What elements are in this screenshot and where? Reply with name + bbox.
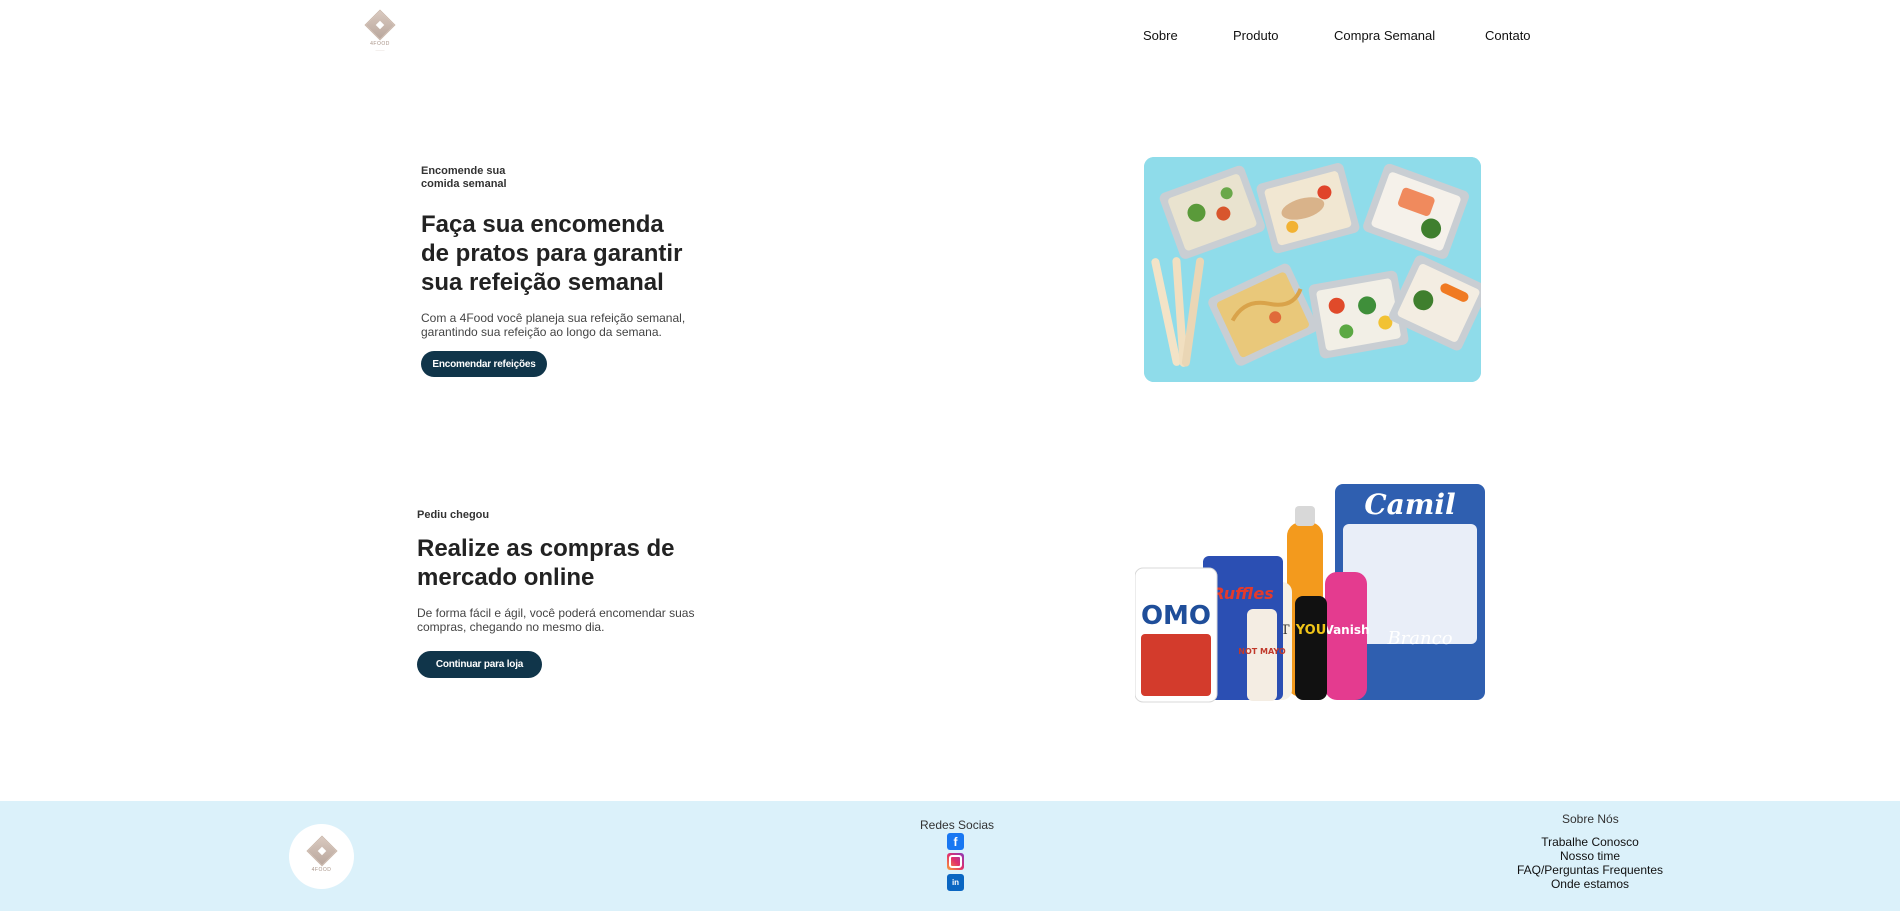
footer-logo[interactable]: 4FOOD	[289, 824, 354, 889]
you-bottle: YOU	[1295, 596, 1327, 700]
hero-headline-line-2: de pratos para garantir	[421, 240, 683, 267]
nav-contato[interactable]: Contato	[1485, 28, 1531, 43]
meal-prep-illustration	[1144, 157, 1481, 382]
omo-pouch: OMO	[1134, 567, 1218, 703]
footer-link-onde-estamos[interactable]: Onde estamos	[1500, 877, 1680, 891]
grocery-products-photo: Camil Branco Vanish MIT YOU Ruffles	[1134, 484, 1485, 704]
footer-link-faq[interactable]: FAQ/Perguntas Frequentes	[1500, 863, 1680, 877]
footer-logo-mark: 4FOOD	[305, 835, 338, 873]
continue-to-store-button[interactable]: Continuar para loja	[417, 651, 542, 678]
vanish-bottle: Vanish	[1324, 572, 1370, 700]
order-meals-button[interactable]: Encomendar refeições	[421, 351, 547, 377]
footer-logo-diamond-icon	[305, 835, 338, 867]
hero-headline-line-1: Faça sua encomenda	[421, 211, 664, 238]
market-eyebrow: Pediu chegou	[417, 509, 490, 521]
nav-sobre[interactable]: Sobre	[1143, 28, 1178, 43]
not-mayo-label: NOT MAYO	[1238, 647, 1286, 656]
logo-diamond-icon	[364, 9, 396, 41]
market-section: Pediu chegou Realize as compras de merca…	[417, 509, 737, 634]
instagram-icon[interactable]	[947, 853, 964, 870]
omo-label: OMO	[1141, 601, 1211, 631]
logo-tagline: ———	[375, 48, 385, 52]
hero-desc-line-2: garantindo sua refeição ao longo da sema…	[421, 325, 662, 339]
logo-wordmark: 4FOOD	[370, 41, 390, 47]
about-title: Sobre Nós	[1562, 812, 1619, 826]
footer-logo-wordmark: 4FOOD	[311, 867, 332, 873]
hero-section: Encomende sua comida semanal Faça sua en…	[421, 165, 721, 339]
you-label: YOU	[1295, 623, 1327, 638]
hero-eyebrow: Encomende sua comida semanal	[421, 165, 507, 190]
linkedin-icon[interactable]: in	[947, 874, 964, 891]
header-logo[interactable]: 4FOOD ———	[364, 9, 396, 52]
branco-label: Branco	[1386, 628, 1452, 649]
meal-prep-photo	[1144, 157, 1481, 382]
nav-produto[interactable]: Produto	[1233, 28, 1279, 43]
ruffles-label: Ruffles	[1212, 584, 1273, 603]
market-desc-line-2: compras, chegando no mesmo dia.	[417, 620, 605, 634]
footer-link-trabalhe-conosco[interactable]: Trabalhe Conosco	[1500, 835, 1680, 849]
nav-compra-semanal[interactable]: Compra Semanal	[1334, 28, 1435, 43]
market-headline-line-1: Realize as compras de	[417, 535, 675, 562]
market-desc-line-1: De forma fácil e ágil, você poderá encom…	[417, 606, 695, 620]
vanish-label: Vanish	[1324, 623, 1369, 637]
about-links: Trabalhe Conosco Nosso time FAQ/Pergunta…	[1500, 835, 1680, 891]
market-headline-line-2: mercado online	[417, 564, 595, 591]
hero-headline-line-3: sua refeição semanal	[421, 269, 664, 296]
grocery-illustration: Camil Branco Vanish MIT YOU Ruffles	[1134, 484, 1485, 703]
hero-desc-line-1: Com a 4Food você planeja sua refeição se…	[421, 311, 686, 325]
camil-label: Camil	[1364, 488, 1455, 521]
facebook-icon[interactable]: f	[947, 833, 964, 850]
footer-link-nosso-time[interactable]: Nosso time	[1500, 849, 1680, 863]
social-title: Redes Socias	[920, 818, 995, 832]
